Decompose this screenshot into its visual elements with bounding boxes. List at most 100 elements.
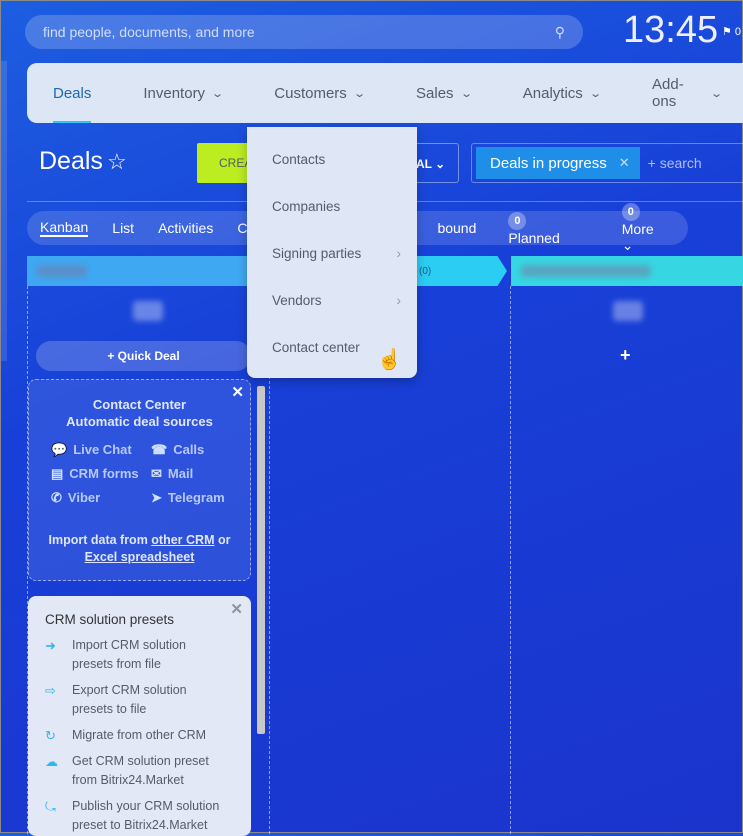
preset-import[interactable]: ➜ Import CRM solution presets from file (45, 636, 251, 674)
chat-icon: 💬 (51, 442, 68, 457)
chevron-down-icon: ⌄ (435, 157, 446, 171)
customers-dropdown-menu: Contacts Companies Signing parties › Vend… (247, 127, 417, 378)
chevron-down-icon: ⌄ (459, 87, 473, 100)
chevron-right-icon: › (396, 293, 402, 308)
chevron-right-icon: › (396, 246, 402, 261)
share-icon: ⤿ (45, 799, 56, 814)
page-title: Deals (39, 147, 103, 175)
preset-get[interactable]: ☁ Get CRM solution preset from Bitrix24.M… (45, 752, 251, 790)
more-label: More (621, 221, 654, 237)
flag-icon[interactable]: ⚑ 0 (722, 25, 741, 38)
menu-label: Contacts (272, 152, 326, 167)
preset-label: Migrate from other CRM (72, 728, 207, 742)
view-activities[interactable]: Activities (158, 220, 213, 236)
sync-icon: ↻ (45, 728, 56, 743)
source-telegram[interactable]: ➤ Telegram (151, 490, 241, 506)
pipeline-label: AL (416, 157, 432, 171)
viber-icon: ✆ (51, 490, 62, 505)
preset-export[interactable]: ⇨ Export CRM solution presets to file (45, 681, 251, 719)
stage-sum (133, 301, 163, 321)
clock: 13:45 (623, 9, 719, 51)
menu-item-signing-parties[interactable]: Signing parties › (247, 230, 417, 277)
menu-label: Companies (272, 199, 341, 214)
filter-tag-label: Deals in progress (490, 154, 607, 172)
nav-label: Analytics (522, 84, 583, 102)
chevron-down-icon: ⌄ (588, 87, 602, 100)
source-crm-forms[interactable]: ▤ CRM forms (51, 466, 151, 482)
more-button[interactable]: 0More ⌄ (621, 202, 678, 254)
contact-center-widget: ✕ Contact Center Automatic deal sources 💬… (28, 379, 251, 581)
top-nav: Deals Inventory ⌄ Customers ⌄ Sales ⌄ Analy… (27, 63, 743, 123)
source-mail[interactable]: ✉ Mail (151, 466, 241, 482)
filter-input[interactable]: + search (648, 155, 702, 171)
preset-publish[interactable]: ⤿ Publish your CRM solution preset to Bit… (45, 797, 251, 835)
stage-header-3[interactable] (511, 256, 743, 286)
source-calls[interactable]: ☎ Calls (151, 442, 241, 458)
hand-cursor-icon: ☝ (377, 349, 402, 371)
add-deal-button[interactable]: + (620, 345, 631, 366)
filter-tag: Deals in progress ✕ (476, 147, 640, 179)
search-input[interactable]: find people, documents, and more ⚲ (25, 15, 583, 49)
notification-count: 0 (734, 26, 742, 38)
source-live-chat[interactable]: 💬 Live Chat (51, 442, 151, 458)
source-viber[interactable]: ✆ Viber (51, 490, 151, 506)
left-edge (1, 61, 7, 361)
widget-subtitle: Automatic deal sources (66, 414, 213, 429)
view-kanban[interactable]: Kanban (40, 219, 89, 237)
filter-search[interactable]: Deals in progress ✕ + search (471, 143, 743, 183)
column-divider (510, 286, 511, 834)
chevron-down-icon: ⌄ (621, 237, 634, 253)
close-icon[interactable]: ✕ (231, 383, 244, 401)
chevron-down-icon: ⌄ (211, 87, 225, 100)
nav-label: Sales (416, 84, 454, 102)
nav-analytics[interactable]: Analytics ⌄ (497, 63, 626, 123)
stage-header-1[interactable] (27, 256, 269, 286)
counter-inbound[interactable]: bound (437, 220, 476, 236)
view-list[interactable]: List (112, 220, 134, 236)
preset-migrate[interactable]: ↻ Migrate from other CRM (45, 726, 251, 745)
phone-icon: ☎ (151, 442, 168, 457)
telegram-icon: ➤ (151, 490, 162, 505)
source-label: Live Chat (73, 442, 132, 457)
source-label: CRM forms (69, 466, 139, 481)
view-c[interactable]: C (237, 220, 247, 236)
menu-item-contacts[interactable]: Contacts (247, 136, 417, 183)
scrollbar[interactable] (257, 386, 265, 734)
nav-customers[interactable]: Customers ⌄ (248, 63, 390, 123)
close-icon[interactable]: ✕ (230, 600, 243, 618)
cloud-icon: ☁ (45, 754, 58, 769)
stage-name (37, 265, 87, 277)
import-text: Import data from (48, 533, 148, 547)
preset-label: Export CRM solution presets to file (72, 683, 187, 716)
count-badge: 0 (508, 211, 527, 230)
nav-sales[interactable]: Sales ⌄ (390, 63, 497, 123)
presets-title: CRM solution presets (45, 612, 175, 627)
or-text: or (217, 533, 231, 547)
stage-name (521, 265, 651, 277)
mail-icon: ✉ (151, 466, 162, 481)
preset-label: Get CRM solution preset from Bitrix24.Ma… (72, 754, 209, 787)
chevron-down-icon: ⌄ (709, 87, 723, 100)
counter-planned[interactable]: 0Planned (508, 211, 583, 246)
excel-link[interactable]: Excel spreadsheet (85, 550, 195, 564)
source-label: Calls (173, 442, 205, 457)
nav-inventory[interactable]: Inventory ⌄ (117, 63, 248, 123)
other-crm-link[interactable]: other CRM (151, 533, 214, 547)
planned-label: Planned (508, 229, 560, 246)
nav-label: Deals (53, 84, 92, 102)
close-icon[interactable]: ✕ (619, 155, 630, 171)
import-icon: ➜ (45, 638, 56, 653)
menu-item-vendors[interactable]: Vendors › (247, 277, 417, 324)
form-icon: ▤ (51, 466, 64, 481)
count-badge: 0 (621, 203, 640, 221)
star-icon[interactable]: ☆ (107, 149, 127, 175)
menu-item-companies[interactable]: Companies (247, 183, 417, 230)
search-placeholder: find people, documents, and more (43, 24, 255, 40)
nav-deals[interactable]: Deals (27, 63, 117, 123)
quick-deal-button[interactable]: + Quick Deal (36, 341, 251, 371)
nav-addons[interactable]: Add-ons ⌄ (626, 63, 743, 123)
search-icon[interactable]: ⚲ (555, 24, 565, 41)
stage-count: (0) (419, 265, 432, 277)
menu-label: Contact center (272, 340, 360, 355)
preset-label: Import CRM solution presets from file (72, 638, 186, 671)
